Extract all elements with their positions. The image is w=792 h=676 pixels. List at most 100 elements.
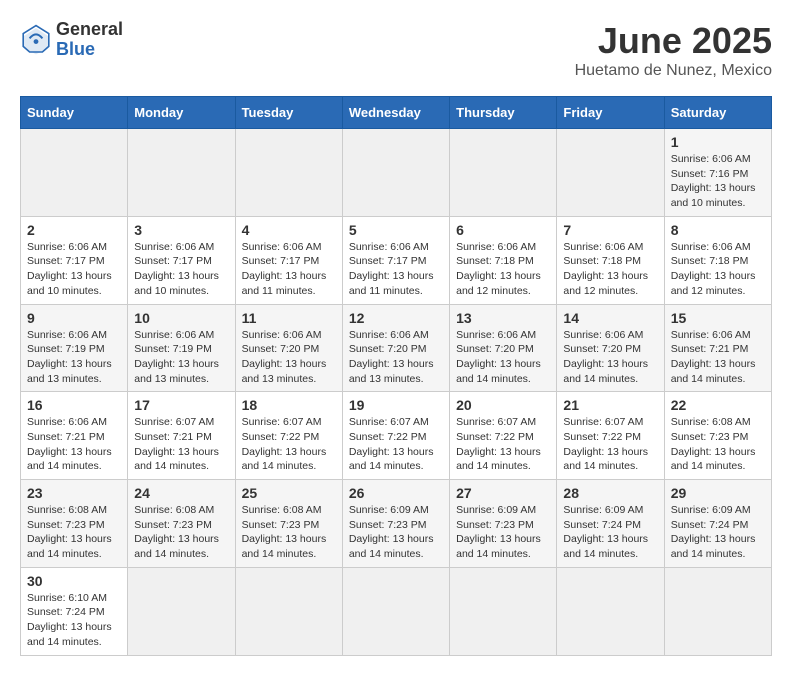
calendar-cell [128,129,235,217]
day-info: Sunrise: 6:06 AMSunset: 7:17 PMDaylight:… [242,240,336,299]
calendar-cell: 28Sunrise: 6:09 AMSunset: 7:24 PMDayligh… [557,480,664,568]
day-info: Sunrise: 6:06 AMSunset: 7:16 PMDaylight:… [671,152,765,211]
day-info: Sunrise: 6:07 AMSunset: 7:22 PMDaylight:… [456,415,550,474]
day-number: 30 [27,573,121,589]
title-area: June 2025 Huetamo de Nunez, Mexico [575,20,772,80]
calendar-cell: 25Sunrise: 6:08 AMSunset: 7:23 PMDayligh… [235,480,342,568]
calendar-cell: 23Sunrise: 6:08 AMSunset: 7:23 PMDayligh… [21,480,128,568]
day-info: Sunrise: 6:08 AMSunset: 7:23 PMDaylight:… [671,415,765,474]
calendar-cell: 9 Sunrise: 6:06 AMSunset: 7:19 PMDaylight… [21,304,128,392]
calendar-cell [235,129,342,217]
calendar-cell: 22 Sunrise: 6:08 AMSunset: 7:23 PMDayligh… [664,392,771,480]
calendar-cell [450,567,557,655]
day-info: Sunrise: 6:07 AMSunset: 7:22 PMDaylight:… [563,415,657,474]
logo: General Blue [20,20,123,60]
day-number: 4 [242,222,336,238]
calendar-cell: 18Sunrise: 6:07 AMSunset: 7:22 PMDayligh… [235,392,342,480]
day-info: Sunrise: 6:06 AMSunset: 7:19 PMDaylight:… [27,328,121,387]
calendar-cell: 1Sunrise: 6:06 AMSunset: 7:16 PMDaylight… [664,129,771,217]
header: General Blue June 2025 Huetamo de Nunez,… [20,20,772,80]
header-sunday: Sunday [21,97,128,129]
logo-blue-text: Blue [56,40,123,60]
day-info: Sunrise: 6:09 AMSunset: 7:23 PMDaylight:… [456,503,550,562]
calendar-cell: 26 Sunrise: 6:09 AMSunset: 7:23 PMDayligh… [342,480,449,568]
calendar-cell: 30 Sunrise: 6:10 AMSunset: 7:24 PMDayligh… [21,567,128,655]
day-info: Sunrise: 6:06 AMSunset: 7:20 PMDaylight:… [242,328,336,387]
calendar-cell: 7Sunrise: 6:06 AMSunset: 7:18 PMDaylight… [557,216,664,304]
calendar-week-2: 2 Sunrise: 6:06 AMSunset: 7:17 PMDaylight… [21,216,772,304]
day-number: 21 [563,397,657,413]
day-info: Sunrise: 6:06 AMSunset: 7:18 PMDaylight:… [563,240,657,299]
calendar-cell: 14Sunrise: 6:06 AMSunset: 7:20 PMDayligh… [557,304,664,392]
day-number: 5 [349,222,443,238]
calendar-cell: 5Sunrise: 6:06 AMSunset: 7:17 PMDaylight… [342,216,449,304]
day-number: 22 [671,397,765,413]
calendar-cell [235,567,342,655]
calendar-cell: 10 Sunrise: 6:06 AMSunset: 7:19 PMDayligh… [128,304,235,392]
calendar-cell: 20 Sunrise: 6:07 AMSunset: 7:22 PMDayligh… [450,392,557,480]
calendar-cell: 6Sunrise: 6:06 AMSunset: 7:18 PMDaylight… [450,216,557,304]
weekday-header-row: Sunday Monday Tuesday Wednesday Thursday… [21,97,772,129]
logo-icon [20,24,52,56]
day-number: 27 [456,485,550,501]
day-number: 29 [671,485,765,501]
calendar-cell: 27 Sunrise: 6:09 AMSunset: 7:23 PMDayligh… [450,480,557,568]
day-number: 19 [349,397,443,413]
day-number: 11 [242,310,336,326]
day-info: Sunrise: 6:08 AMSunset: 7:23 PMDaylight:… [134,503,228,562]
calendar-cell [557,129,664,217]
day-number: 20 [456,397,550,413]
calendar-cell: 8 Sunrise: 6:06 AMSunset: 7:18 PMDaylight… [664,216,771,304]
day-info: Sunrise: 6:06 AMSunset: 7:18 PMDaylight:… [671,240,765,299]
month-title: June 2025 [575,20,772,62]
day-number: 26 [349,485,443,501]
day-info: Sunrise: 6:07 AMSunset: 7:22 PMDaylight:… [242,415,336,474]
day-info: Sunrise: 6:06 AMSunset: 7:17 PMDaylight:… [134,240,228,299]
day-info: Sunrise: 6:06 AMSunset: 7:19 PMDaylight:… [134,328,228,387]
day-info: Sunrise: 6:06 AMSunset: 7:17 PMDaylight:… [27,240,121,299]
day-info: Sunrise: 6:08 AMSunset: 7:23 PMDaylight:… [27,503,121,562]
day-number: 10 [134,310,228,326]
header-friday: Friday [557,97,664,129]
header-saturday: Saturday [664,97,771,129]
calendar-table: Sunday Monday Tuesday Wednesday Thursday… [20,96,772,656]
calendar-cell: 21 Sunrise: 6:07 AMSunset: 7:22 PMDayligh… [557,392,664,480]
calendar-week-1: 1Sunrise: 6:06 AMSunset: 7:16 PMDaylight… [21,129,772,217]
calendar-body: 1Sunrise: 6:06 AMSunset: 7:16 PMDaylight… [21,129,772,656]
calendar-week-5: 23Sunrise: 6:08 AMSunset: 7:23 PMDayligh… [21,480,772,568]
calendar-cell: 3Sunrise: 6:06 AMSunset: 7:17 PMDaylight… [128,216,235,304]
day-number: 9 [27,310,121,326]
header-thursday: Thursday [450,97,557,129]
day-number: 17 [134,397,228,413]
header-monday: Monday [128,97,235,129]
header-tuesday: Tuesday [235,97,342,129]
calendar-cell: 12 Sunrise: 6:06 AMSunset: 7:20 PMDayligh… [342,304,449,392]
calendar-cell [342,129,449,217]
day-info: Sunrise: 6:06 AMSunset: 7:21 PMDaylight:… [27,415,121,474]
day-number: 24 [134,485,228,501]
calendar-cell [342,567,449,655]
day-info: Sunrise: 6:10 AMSunset: 7:24 PMDaylight:… [27,591,121,650]
day-number: 28 [563,485,657,501]
calendar-week-6: 30 Sunrise: 6:10 AMSunset: 7:24 PMDayligh… [21,567,772,655]
calendar-cell: 19 Sunrise: 6:07 AMSunset: 7:22 PMDayligh… [342,392,449,480]
day-info: Sunrise: 6:06 AMSunset: 7:20 PMDaylight:… [349,328,443,387]
day-number: 6 [456,222,550,238]
calendar-cell: 24 Sunrise: 6:08 AMSunset: 7:23 PMDayligh… [128,480,235,568]
day-number: 2 [27,222,121,238]
header-wednesday: Wednesday [342,97,449,129]
calendar-cell: 13Sunrise: 6:06 AMSunset: 7:20 PMDayligh… [450,304,557,392]
day-number: 8 [671,222,765,238]
day-info: Sunrise: 6:06 AMSunset: 7:21 PMDaylight:… [671,328,765,387]
logo-general-text: General [56,20,123,40]
day-number: 13 [456,310,550,326]
location: Huetamo de Nunez, Mexico [575,62,772,80]
calendar-cell [128,567,235,655]
calendar-cell [557,567,664,655]
day-info: Sunrise: 6:07 AMSunset: 7:22 PMDaylight:… [349,415,443,474]
day-info: Sunrise: 6:09 AMSunset: 7:23 PMDaylight:… [349,503,443,562]
calendar-cell: 15Sunrise: 6:06 AMSunset: 7:21 PMDayligh… [664,304,771,392]
day-info: Sunrise: 6:06 AMSunset: 7:20 PMDaylight:… [563,328,657,387]
calendar-header: Sunday Monday Tuesday Wednesday Thursday… [21,97,772,129]
day-number: 12 [349,310,443,326]
